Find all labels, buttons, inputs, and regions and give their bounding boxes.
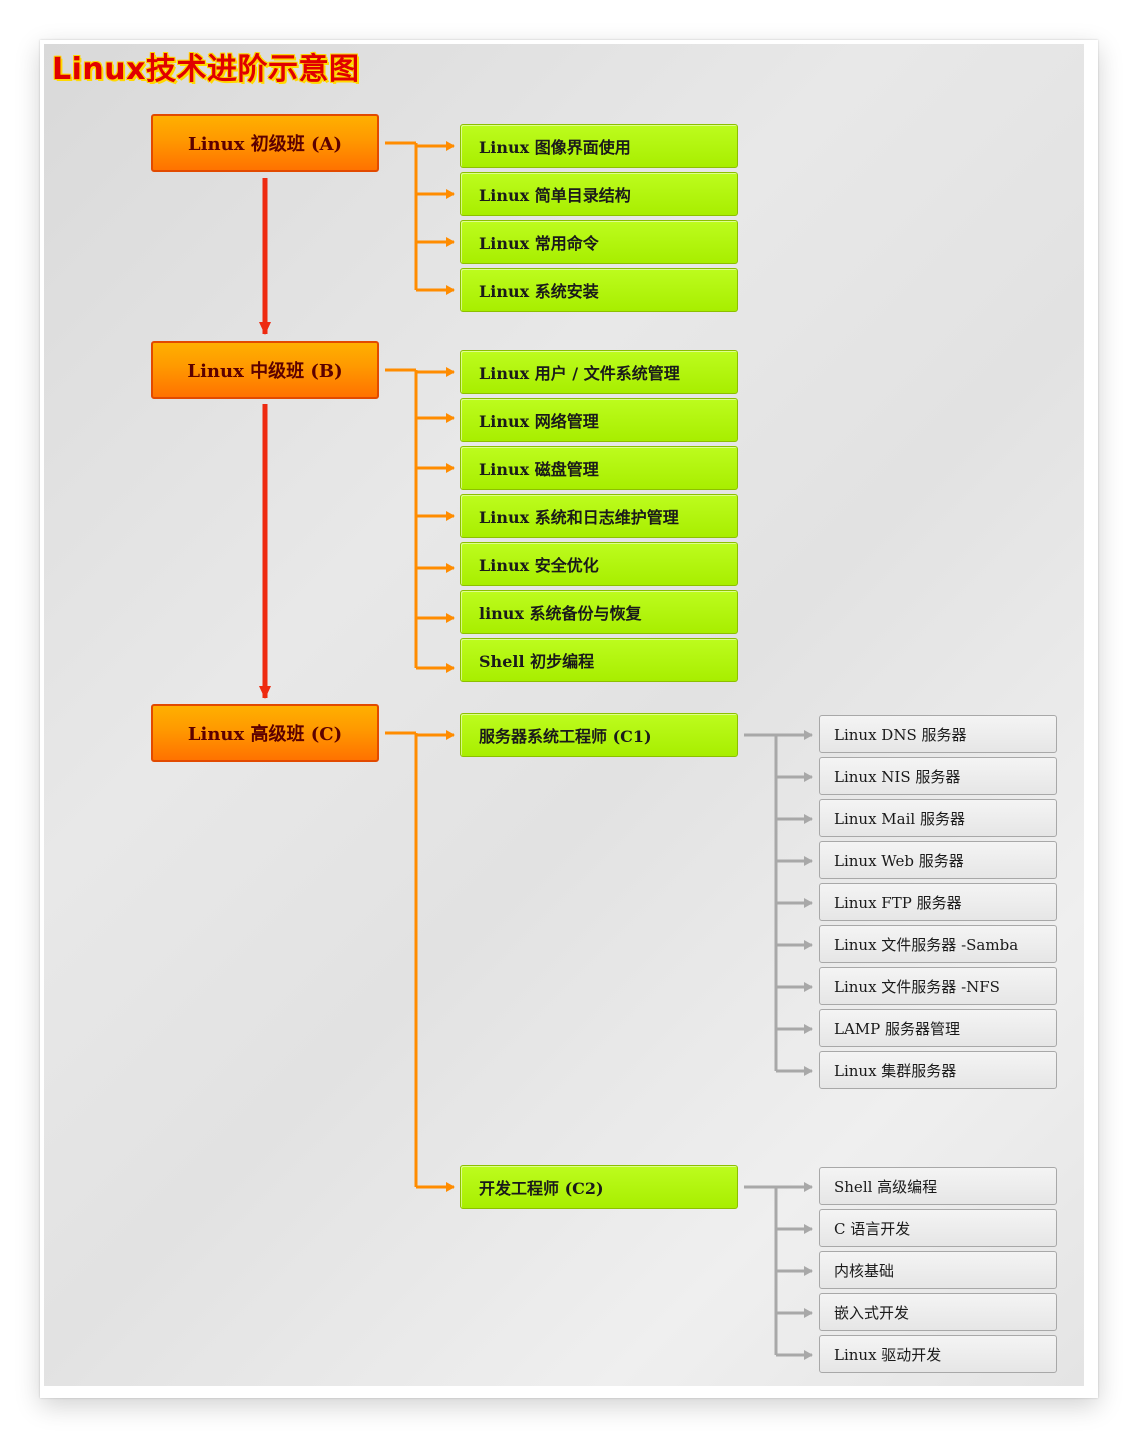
level-b-item: Linux 安全优化 <box>460 542 738 586</box>
branches-level-b <box>385 367 455 673</box>
c1-item: Linux 文件服务器 -Samba <box>819 925 1057 963</box>
level-c-label: Linux 高级班 (C) <box>187 724 343 745</box>
branches-level-c <box>385 730 455 1192</box>
level-b-item: Linux 网络管理 <box>460 398 738 442</box>
level-b-label: Linux 中级班 (B) <box>187 361 343 382</box>
level-b-item: Linux 磁盘管理 <box>460 446 738 490</box>
c2-item: 内核基础 <box>819 1251 1057 1289</box>
level-b-item: Shell 初步编程 <box>460 638 738 682</box>
level-a-label: Linux 初级班 (A) <box>188 134 342 155</box>
c2-item: Linux 驱动开发 <box>819 1335 1057 1373</box>
level-a-box: Linux 初级班 (A) <box>151 114 379 172</box>
c2-item: 嵌入式开发 <box>819 1293 1057 1331</box>
level-a-item: Linux 常用命令 <box>460 220 738 264</box>
level-b-item: Linux 用户 / 文件系统管理 <box>460 350 738 394</box>
c1-item: Linux NIS 服务器 <box>819 757 1057 795</box>
c1-item: Linux 集群服务器 <box>819 1051 1057 1089</box>
level-c-box: Linux 高级班 (C) <box>151 704 379 762</box>
c1-item: Linux Web 服务器 <box>819 841 1057 879</box>
level-a-item: Linux 简单目录结构 <box>460 172 738 216</box>
c1-item: Linux Mail 服务器 <box>819 799 1057 837</box>
level-a-item: Linux 图像界面使用 <box>460 124 738 168</box>
branches-c1 <box>744 730 813 1076</box>
track-c1-box: 服务器系统工程师 (C1) <box>460 713 738 757</box>
level-a-item: Linux 系统安装 <box>460 268 738 312</box>
c1-item: Linux FTP 服务器 <box>819 883 1057 921</box>
c2-item: C 语言开发 <box>819 1209 1057 1247</box>
c1-item: LAMP 服务器管理 <box>819 1009 1057 1047</box>
level-b-item: Linux 系统和日志维护管理 <box>460 494 738 538</box>
c1-item: Linux DNS 服务器 <box>819 715 1057 753</box>
c1-item: Linux 文件服务器 -NFS <box>819 967 1057 1005</box>
track-c2-box: 开发工程师 (C2) <box>460 1165 738 1209</box>
level-b-box: Linux 中级班 (B) <box>151 341 379 399</box>
branches-c2 <box>744 1182 813 1360</box>
diagram-title: Linux技术进阶示意图 <box>52 52 360 87</box>
c2-item: Shell 高级编程 <box>819 1167 1057 1205</box>
branches-level-a <box>385 141 455 295</box>
level-b-item: linux 系统备份与恢复 <box>460 590 738 634</box>
